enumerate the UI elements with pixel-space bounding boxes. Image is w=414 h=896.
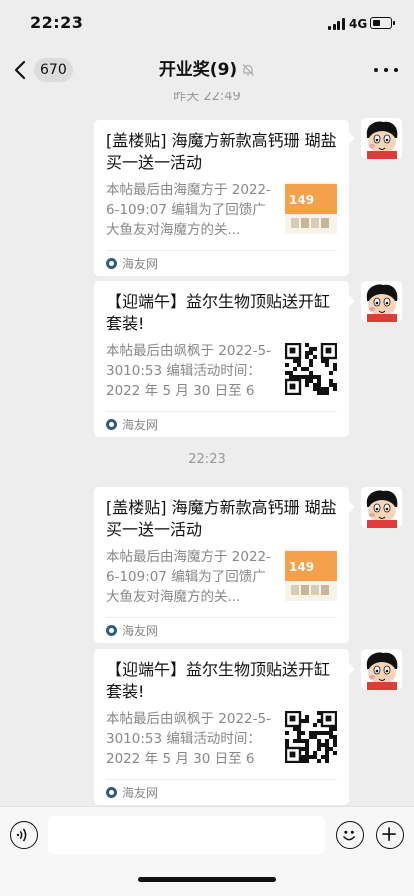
status-time: 22:23 (30, 13, 84, 32)
card-title: 【迎端午】益尔生物顶贴送开缸套装! (106, 660, 331, 701)
nav-bar: 670 开业奖(9) (0, 48, 414, 92)
link-card[interactable]: 【迎端午】益尔生物顶贴送开缸套装! 本帖最后由飒枫于 2022-5-3010:5… (94, 281, 349, 437)
card-footer: 海友网 (106, 617, 337, 643)
link-card[interactable]: [盖楼贴] 海魔方新款高钙珊 瑚盐买一送一活动 本帖最后由海魔方于 2022-6… (94, 487, 349, 643)
thumb-price-text: 149 (289, 193, 314, 207)
plus-icon[interactable] (376, 821, 404, 849)
voice-icon[interactable] (10, 821, 38, 849)
input-bar (0, 806, 414, 896)
card-body: 本帖最后由飒枫于 2022-5-3010:53 编辑活动时间：2022 年 5 … (106, 341, 337, 411)
signal-bars-icon (328, 18, 345, 30)
card-source: 海友网 (122, 624, 159, 638)
card-title: 【迎端午】益尔生物顶贴送开缸套装! (106, 292, 331, 333)
avatar[interactable] (361, 118, 402, 159)
card-source: 海友网 (122, 418, 159, 432)
product-thumbnail: 149 (285, 182, 337, 234)
mute-bell-icon (242, 64, 255, 76)
message-input[interactable] (48, 816, 325, 854)
status-bar: 22:23 4G (0, 0, 414, 48)
qr-code-thumbnail (285, 343, 337, 395)
more-dots-icon[interactable] (374, 62, 398, 78)
chat-title: 开业奖(9) (158, 60, 238, 80)
card-description: 本帖最后由飒枫于 2022-5-3010:53 编辑活动时间：2022 年 5 … (106, 711, 271, 767)
avatar[interactable] (361, 281, 402, 322)
timestamp: 昨天 22:49 (173, 92, 241, 104)
qr-code-thumbnail (285, 711, 337, 763)
card-description: 本帖最后由海魔方于 2022-6-109:07 编辑为了回馈广大鱼友对海魔方的关… (106, 182, 272, 238)
source-logo-icon (106, 419, 117, 430)
product-thumbnail: 149 (285, 549, 337, 601)
card-source: 海友网 (122, 257, 159, 271)
card-title: [盖楼贴] 海魔方新款高钙珊 瑚盐买一送一活动 (106, 498, 337, 539)
source-logo-icon (106, 625, 117, 636)
chat-messages[interactable]: 昨天 22:49 [盖楼贴] 海魔方新款高钙珊 瑚盐买一送一活动 本帖最后由海魔… (0, 92, 414, 806)
home-indicator[interactable] (138, 877, 276, 882)
avatar[interactable] (361, 649, 402, 690)
card-body: 本帖最后由海魔方于 2022-6-109:07 编辑为了回馈广大鱼友对海魔方的关… (106, 547, 337, 617)
chat-title-wrap: 开业奖(9) (0, 58, 414, 82)
card-body: 本帖最后由飒枫于 2022-5-3010:53 编辑活动时间：2022 年 5 … (106, 709, 337, 779)
card-footer: 海友网 (106, 411, 337, 437)
card-source: 海友网 (122, 786, 159, 800)
source-logo-icon (106, 258, 117, 269)
bubble-tail (349, 663, 355, 675)
battery-icon (370, 17, 395, 29)
card-body: 本帖最后由海魔方于 2022-6-109:07 编辑为了回馈广大鱼友对海魔方的关… (106, 180, 337, 250)
emoji-icon[interactable] (336, 821, 364, 849)
card-description: 本帖最后由飒枫于 2022-5-3010:53 编辑活动时间：2022 年 5 … (106, 343, 271, 399)
network-label: 4G (349, 17, 368, 31)
card-footer: 海友网 (106, 779, 337, 805)
bubble-tail (349, 501, 355, 513)
thumb-price-text: 149 (289, 560, 314, 574)
bubble-tail (349, 295, 355, 307)
source-logo-icon (106, 787, 117, 798)
card-description: 本帖最后由海魔方于 2022-6-109:07 编辑为了回馈广大鱼友对海魔方的关… (106, 549, 272, 605)
timestamp: 22:23 (188, 452, 226, 467)
bubble-tail (349, 132, 355, 144)
link-card[interactable]: [盖楼贴] 海魔方新款高钙珊 瑚盐买一送一活动 本帖最后由海魔方于 2022-6… (94, 120, 349, 276)
card-footer: 海友网 (106, 250, 337, 276)
avatar[interactable] (361, 487, 402, 528)
link-card[interactable]: 【迎端午】益尔生物顶贴送开缸套装! 本帖最后由飒枫于 2022-5-3010:5… (94, 649, 349, 805)
card-title: [盖楼贴] 海魔方新款高钙珊 瑚盐买一送一活动 (106, 131, 337, 172)
